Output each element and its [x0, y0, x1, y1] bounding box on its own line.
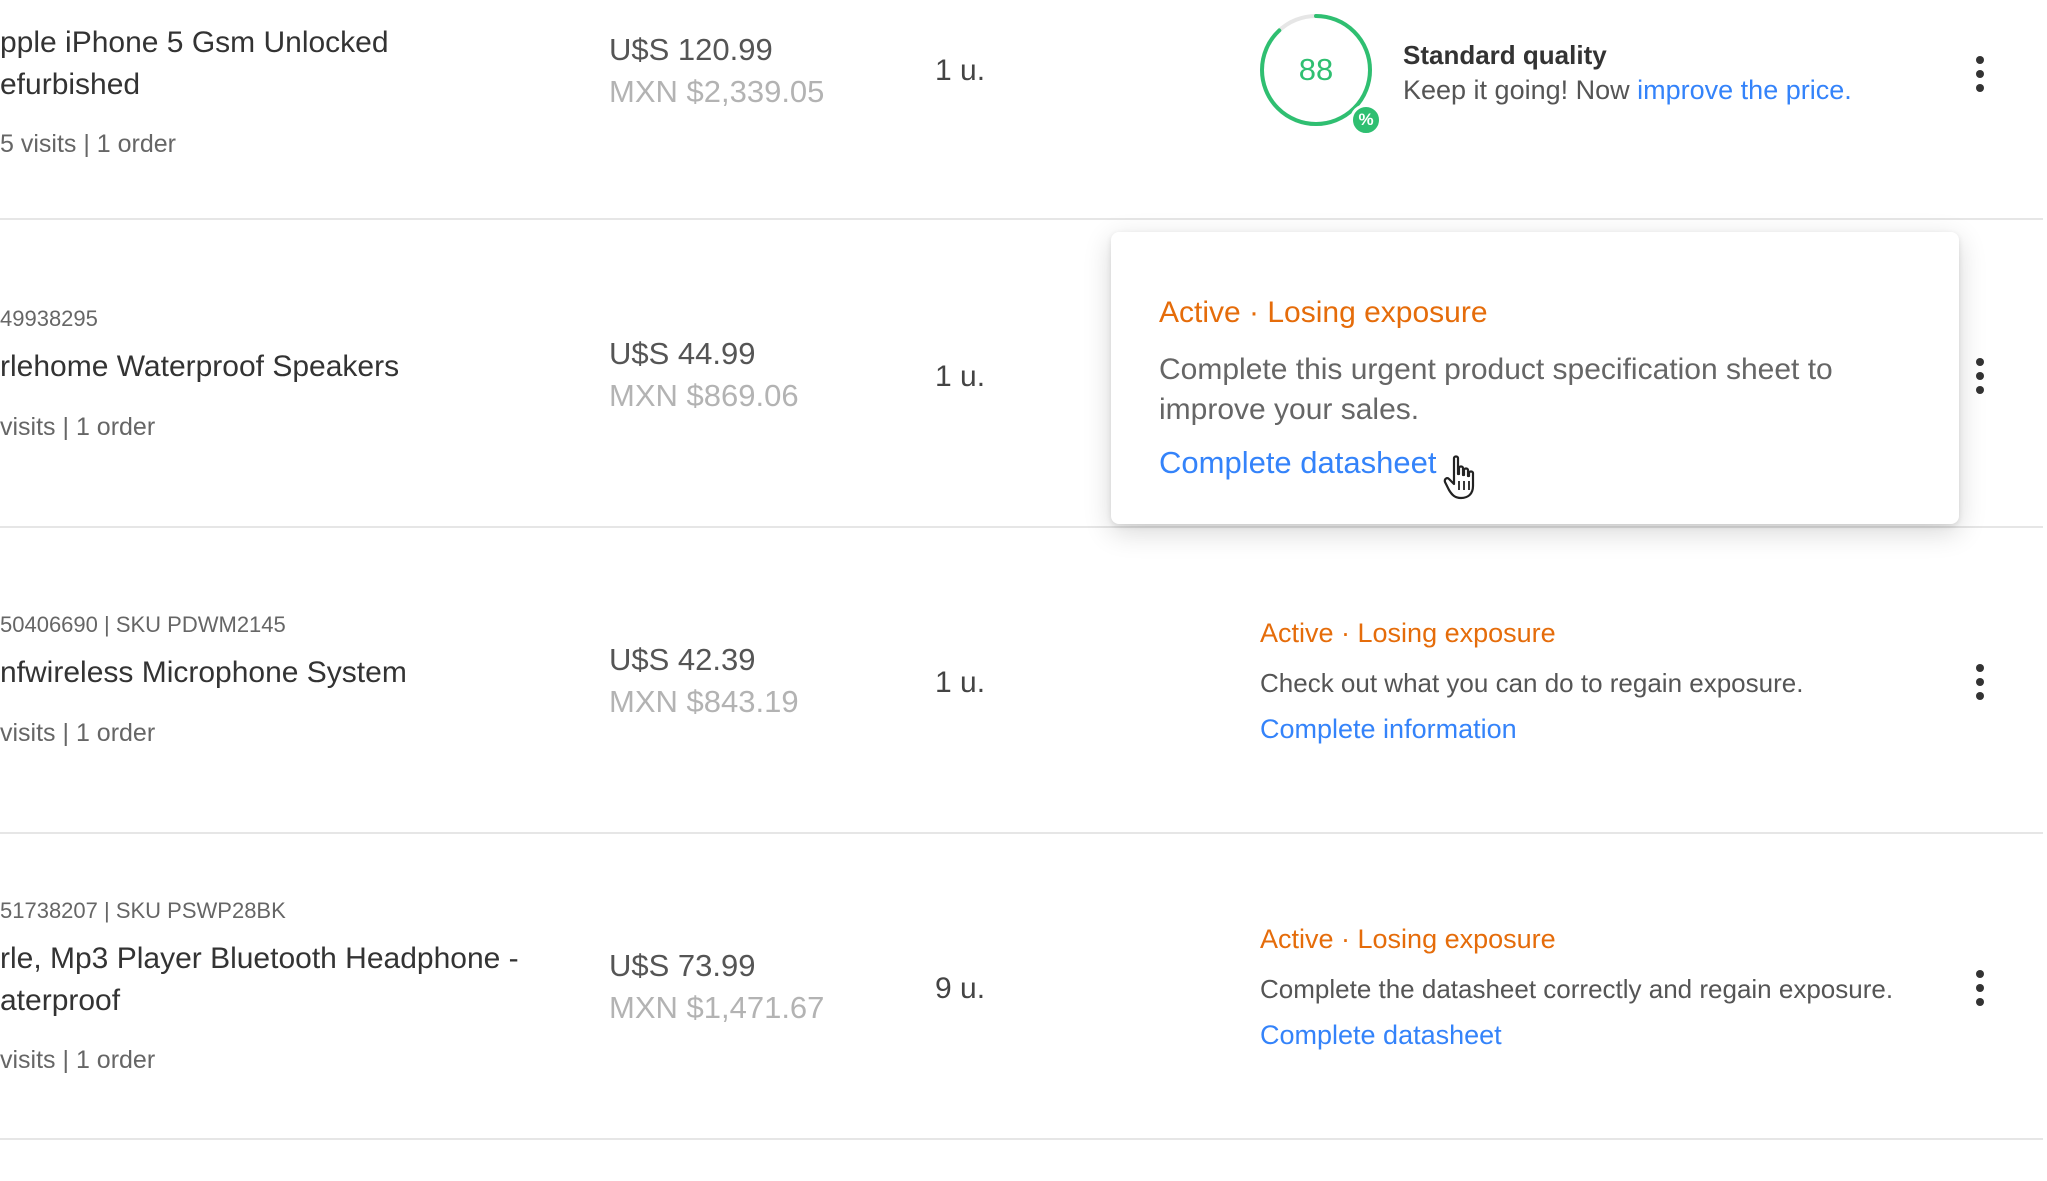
more-vertical-icon[interactable]: [1966, 966, 1994, 1010]
price-mxn: MXN $869.06: [609, 378, 799, 413]
listing-title-continued[interactable]: efurbished: [0, 64, 140, 106]
status-description: Check out what you can do to regain expo…: [1260, 668, 1804, 698]
price-usd: U$S 120.99: [609, 32, 773, 67]
listing-id-sku: 50406690 | SKU PDWM2145: [0, 612, 286, 637]
quality-title: Standard quality: [1403, 40, 1607, 70]
status-description: Complete the datasheet correctly and reg…: [1260, 974, 1894, 1004]
price-mxn: MXN $843.19: [609, 684, 799, 719]
complete-information-link[interactable]: Complete information: [1260, 714, 1517, 745]
listing-row: pple iPhone 5 Gsm Unlocked efurbished 5 …: [0, 0, 2043, 220]
complete-datasheet-link[interactable]: Complete datasheet: [1260, 1020, 1502, 1051]
listing-id: 49938295: [0, 306, 98, 331]
popover-title: Active · Losing exposure: [1159, 296, 1488, 329]
quantity: 1 u.: [935, 666, 986, 699]
more-vertical-icon[interactable]: [1966, 52, 1994, 96]
listing-row: 50406690 | SKU PDWM2145 nfwireless Micro…: [0, 528, 2043, 834]
quantity: 1 u.: [935, 360, 986, 393]
price-usd: U$S 73.99: [609, 948, 756, 983]
status-title: Active · Losing exposure: [1260, 618, 1556, 648]
listing-title[interactable]: rle, Mp3 Player Bluetooth Headphone -: [0, 938, 519, 980]
listing-row: 51738207 | SKU PSWP28BK rle, Mp3 Player …: [0, 834, 2043, 1140]
quality-description: Keep it going! Now improve the price.: [1403, 75, 1852, 106]
status-title: Active · Losing exposure: [1260, 924, 1556, 954]
quality-score-gauge: 88 %: [1258, 12, 1382, 136]
percent-icon: %: [1350, 104, 1382, 136]
status-popover: Active · Losing exposure Complete this u…: [1111, 232, 1959, 524]
listing-stats: 5 visits | 1 order: [0, 130, 177, 158]
listing-stats: visits | 1 order: [0, 719, 156, 747]
price-mxn: MXN $2,339.05: [609, 74, 825, 109]
more-vertical-icon[interactable]: [1966, 660, 1994, 704]
listing-title[interactable]: nfwireless Microphone System: [0, 652, 407, 694]
hand-pointer-cursor-icon: [1443, 455, 1475, 500]
price-usd: U$S 42.39: [609, 642, 756, 677]
listing-id-sku: 51738207 | SKU PSWP28BK: [0, 898, 286, 923]
complete-datasheet-link[interactable]: Complete datasheet: [1159, 445, 1436, 481]
listing-stats: visits | 1 order: [0, 1046, 156, 1074]
listing-stats: visits | 1 order: [0, 413, 156, 441]
quantity: 9 u.: [935, 972, 986, 1005]
quality-description-text: Keep it going! Now: [1403, 75, 1638, 105]
more-vertical-icon[interactable]: [1966, 354, 1994, 398]
popover-description: Complete this urgent product specificati…: [1159, 353, 1833, 426]
listing-title-continued[interactable]: aterproof: [0, 980, 120, 1022]
quantity: 1 u.: [935, 54, 986, 87]
price-usd: U$S 44.99: [609, 336, 756, 371]
listing-title[interactable]: pple iPhone 5 Gsm Unlocked: [0, 22, 389, 64]
improve-price-link[interactable]: improve the price.: [1637, 75, 1852, 105]
price-mxn: MXN $1,471.67: [609, 990, 825, 1025]
listing-title[interactable]: rlehome Waterproof Speakers: [0, 346, 399, 388]
